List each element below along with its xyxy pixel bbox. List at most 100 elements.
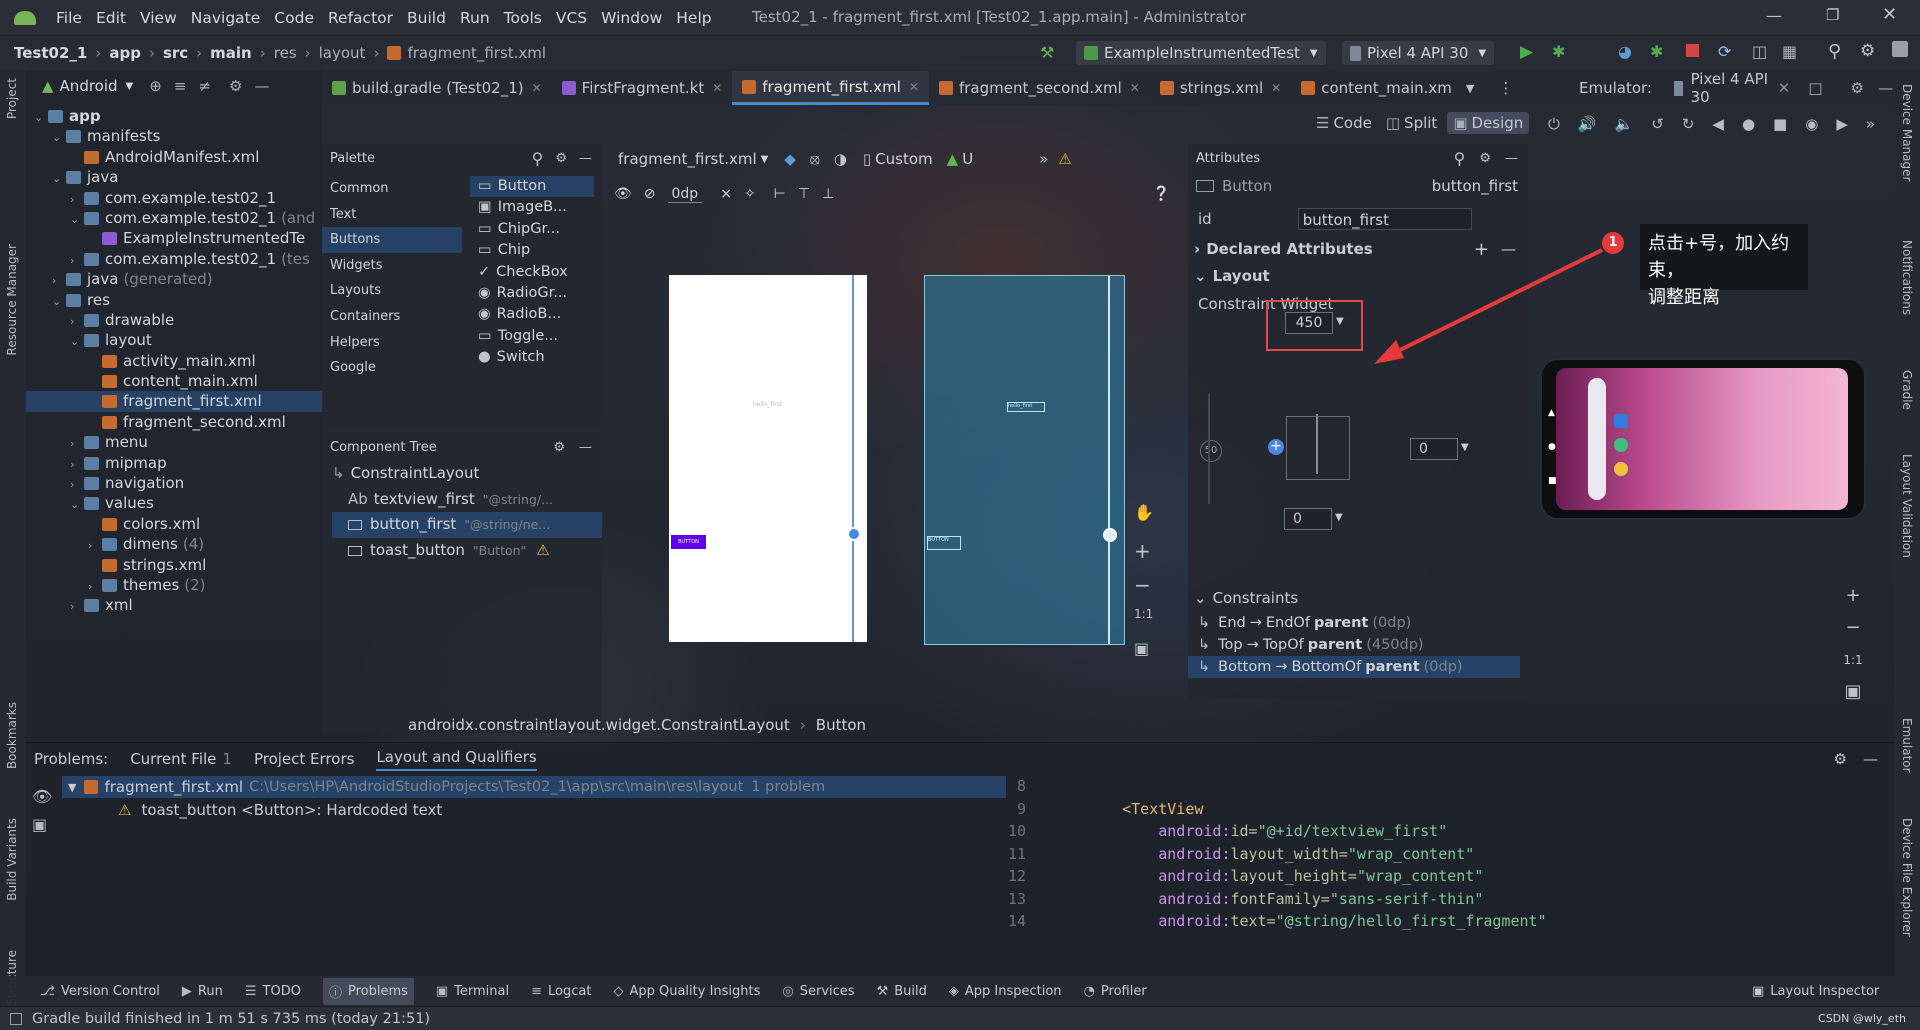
back-icon[interactable]: ◀ <box>1712 115 1724 133</box>
breadcrumb-item[interactable]: main <box>210 44 252 62</box>
notifications-tool-tab[interactable]: Notifications <box>1900 240 1914 315</box>
home-icon[interactable]: ● <box>1548 430 1557 464</box>
constraint-handle[interactable] <box>847 527 861 541</box>
device-select[interactable]: Pixel 4 API 30 ▼ <box>1342 41 1495 65</box>
rotate-right-icon[interactable]: ↻ <box>1682 115 1695 133</box>
code-view-button[interactable]: Code <box>1333 114 1371 132</box>
tree-item[interactable]: › java (generated) <box>26 269 322 289</box>
record-icon[interactable]: ▶ <box>1836 115 1848 133</box>
tree-item[interactable]: content_main.xml <box>26 371 322 391</box>
recents-icon[interactable]: ▲ <box>1548 396 1557 430</box>
tree-item[interactable]: ⌄ res <box>26 290 322 310</box>
tree-item[interactable]: ⌄ com.example.test02_1 (and <box>26 208 322 228</box>
hide-panel-icon[interactable]: — <box>1878 79 1893 97</box>
design-surface-icon[interactable]: ◆ <box>784 150 796 168</box>
menu-tools[interactable]: Tools <box>504 9 542 27</box>
default-margin-select[interactable]: 0dp <box>667 186 703 203</box>
chevron-right-icon[interactable]: › <box>88 536 102 556</box>
screenshot-icon[interactable]: ◉ <box>1805 115 1818 133</box>
zoom-actual-icon[interactable]: 1:1 <box>1838 644 1868 676</box>
search-icon[interactable]: ⚲ <box>532 149 544 168</box>
breadcrumb-item[interactable]: app <box>109 44 141 62</box>
volume-down-icon[interactable]: 🔈 <box>1615 115 1634 133</box>
guidelines-icon[interactable]: ⊥ <box>822 186 834 202</box>
tab-fragment-first-xml[interactable]: fragment_first.xml ✕ <box>732 71 929 105</box>
id-input[interactable]: button_first <box>1297 208 1472 230</box>
bookmarks-tool-tab[interactable]: Bookmarks <box>5 702 19 769</box>
chevron-down-icon[interactable]: ⌄ <box>34 108 48 128</box>
tab-build-gradle-test02-1-[interactable]: build.gradle (Test02_1) ✕ <box>322 71 552 105</box>
zoom-in-icon[interactable]: + <box>1838 580 1868 612</box>
chevron-down-icon[interactable]: ⌄ <box>70 495 84 515</box>
tab-strings-xml[interactable]: strings.xml ✕ <box>1150 71 1291 105</box>
close-icon[interactable]: ✕ <box>1271 81 1281 95</box>
window-icon[interactable]: □ <box>1808 79 1822 97</box>
tree-item[interactable]: › themes (2) <box>26 575 322 595</box>
palette-category-layouts[interactable]: Layouts <box>322 278 462 304</box>
tab-project-errors[interactable]: Project Errors <box>254 750 354 768</box>
palette-item[interactable]: ▭ Toggle... <box>470 326 594 347</box>
menu-window[interactable]: Window <box>601 9 662 27</box>
palette-category-text[interactable]: Text <box>322 202 462 228</box>
palette-category-common[interactable]: Common <box>322 176 462 202</box>
tree-item[interactable]: ⌄ layout <box>26 330 322 350</box>
constraint-row[interactable]: ↳ End → EndOf parent (0dp) <box>1188 612 1520 634</box>
hide-panel-icon[interactable]: — <box>1863 750 1878 768</box>
settings-gear-icon[interactable]: ⚙ <box>555 151 567 166</box>
problem-item[interactable]: ⚠ toast_button <Button>: Hardcoded text <box>118 799 442 821</box>
sync-icon[interactable]: ⟳ <box>1718 42 1731 61</box>
volume-up-icon[interactable]: 🔊 <box>1578 115 1597 133</box>
chevron-right-icon[interactable]: › <box>70 312 84 332</box>
blueprint-constraint-handle[interactable] <box>1103 528 1117 542</box>
resource-manager-tool-tab[interactable]: Resource Manager <box>5 244 19 355</box>
tool-tab-problems[interactable]: ⓘ Problems <box>322 977 414 1005</box>
tool-tab-todo[interactable]: ☰ TODO <box>245 984 301 999</box>
stop-icon[interactable] <box>1686 44 1699 57</box>
close-icon[interactable]: ✕ <box>1130 81 1140 95</box>
overview-icon[interactable]: ■ <box>1773 115 1787 133</box>
hide-panel-icon[interactable]: — <box>1505 151 1518 166</box>
tool-tab-app-inspection[interactable]: ◈ App Inspection <box>949 984 1062 999</box>
build-variants-tool-tab[interactable]: Build Variants <box>5 818 19 901</box>
night-mode-icon[interactable]: ◑ <box>834 150 847 168</box>
zoom-fit-icon[interactable]: ▣ <box>1134 639 1164 669</box>
tree-item[interactable]: fragment_second.xml <box>26 412 322 432</box>
settings-gear-icon[interactable]: ⚙ <box>1834 750 1847 768</box>
close-icon[interactable]: ✕ <box>712 81 722 95</box>
settings-gear-icon[interactable]: ⚙ <box>1479 151 1491 166</box>
chevron-right-icon[interactable]: › <box>70 455 84 475</box>
tree-item[interactable]: ⌄ manifests <box>26 126 322 146</box>
chevron-right-icon[interactable]: › <box>70 251 84 271</box>
hide-panel-icon[interactable]: — <box>254 77 269 95</box>
bottom-margin-select[interactable]: 0 <box>1284 508 1332 530</box>
palette-category-buttons[interactable]: Buttons <box>322 227 462 253</box>
minimize-button[interactable]: — <box>1766 6 1782 25</box>
preview-button[interactable]: BUTTON <box>671 535 706 549</box>
tree-node-button-first[interactable]: button_first "@string/ne... <box>332 512 602 538</box>
status-toggle-icon[interactable] <box>10 1012 22 1025</box>
tool-tab-version-control[interactable]: ⎇ Version Control <box>40 984 160 999</box>
collapse-all-icon[interactable]: ≠ <box>198 77 211 95</box>
help-icon[interactable]: ❔ <box>1153 186 1170 202</box>
chevron-right-icon[interactable]: › <box>88 577 102 597</box>
tree-item[interactable]: ExampleInstrumentedTe <box>26 228 322 248</box>
sdk-manager-icon[interactable]: ▦ <box>1782 42 1797 61</box>
breadcrumb-item[interactable]: Test02_1 <box>14 44 87 62</box>
app-icon[interactable] <box>1614 462 1628 476</box>
tab-layout-and-qualifiers[interactable]: Layout and Qualifiers <box>376 748 537 771</box>
tree-item[interactable]: activity_main.xml <box>26 351 322 371</box>
menu-vcs[interactable]: VCS <box>556 9 587 27</box>
palette-category-helpers[interactable]: Helpers <box>322 330 462 356</box>
avatar[interactable] <box>1892 41 1908 57</box>
blueprint-icon[interactable]: ⦻ <box>810 150 820 168</box>
chevron-down-icon[interactable]: ⌄ <box>70 210 84 230</box>
debug-icon[interactable]: ✱ <box>1552 42 1565 61</box>
zoom-fit-icon[interactable]: ▣ <box>1838 676 1868 708</box>
menu-build[interactable]: Build <box>407 9 446 27</box>
tool-tab-logcat[interactable]: ≡ Logcat <box>531 984 591 999</box>
close-window-button[interactable]: ✕ <box>1882 4 1897 25</box>
breadcrumb-item[interactable]: fragment_first.xml <box>407 44 546 62</box>
tree-item[interactable]: › drawable <box>26 310 322 330</box>
tree-item[interactable]: ⌄ app <box>26 106 322 126</box>
device-manager-icon[interactable]: ◫ <box>1752 42 1767 61</box>
